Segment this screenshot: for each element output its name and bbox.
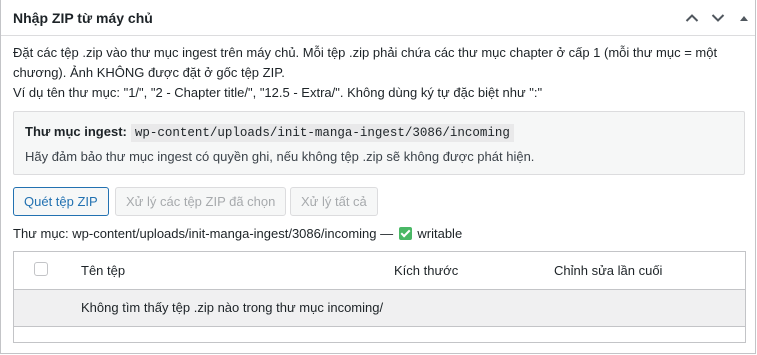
description-line: chương). Ảnh KHÔNG được đặt ở gốc tệp ZI… — [13, 65, 285, 80]
column-header-size[interactable]: Kích thước — [394, 263, 458, 278]
scan-zip-button[interactable]: Quét tệp ZIP — [13, 187, 109, 216]
folder-status: Thư mục: wp-content/uploads/init-manga-i… — [13, 226, 462, 241]
ingest-folder-row: Thư mục ingest: wp-content/uploads/init-m… — [25, 124, 514, 142]
ingest-folder-path: wp-content/uploads/init-manga-ingest/308… — [130, 124, 514, 142]
caret-up-icon[interactable] — [734, 8, 754, 28]
example-line: Ví dụ tên thư mục: "1/", "2 - Chapter ti… — [13, 85, 543, 100]
table-header: Tên tệp Kích thước Chỉnh sửa lần cuối — [14, 252, 745, 290]
column-header-modified[interactable]: Chỉnh sửa lần cuối — [554, 263, 662, 278]
select-all-checkbox[interactable] — [34, 262, 48, 276]
table-row: Không tìm thấy tệp .zip nào trong thư mụ… — [14, 290, 745, 327]
description-line: Đặt các tệp .zip vào thư mục ingest trên… — [13, 45, 718, 60]
writable-status: writable — [417, 226, 463, 241]
process-all-button[interactable]: Xử lý tất cả — [290, 187, 378, 216]
zip-import-panel: Nhập ZIP từ máy chủ Đặt các tệp .zip vào… — [0, 0, 756, 354]
column-header-filename[interactable]: Tên tệp — [81, 263, 125, 278]
process-selected-button[interactable]: Xử lý các tệp ZIP đã chọn — [115, 187, 287, 216]
ingest-folder-label: Thư mục ingest: — [25, 124, 127, 139]
ingest-folder-hint: Hãy đảm bảo thư mục ingest có quyền ghi,… — [25, 149, 535, 164]
chevron-up-icon[interactable] — [682, 8, 702, 28]
ingest-folder-notice: Thư mục ingest: wp-content/uploads/init-m… — [13, 111, 745, 175]
chevron-down-icon[interactable] — [708, 8, 728, 28]
empty-message: Không tìm thấy tệp .zip nào trong thư mụ… — [81, 300, 384, 315]
check-icon — [398, 227, 412, 240]
panel-header: Nhập ZIP từ máy chủ — [1, 0, 755, 36]
zip-files-table: Tên tệp Kích thước Chỉnh sửa lần cuối Kh… — [13, 251, 746, 343]
description: Đặt các tệp .zip vào thư mục ingest trên… — [13, 43, 748, 103]
folder-status-text: Thư mục: wp-content/uploads/init-manga-i… — [13, 226, 394, 241]
panel-title: Nhập ZIP từ máy chủ — [13, 10, 153, 26]
